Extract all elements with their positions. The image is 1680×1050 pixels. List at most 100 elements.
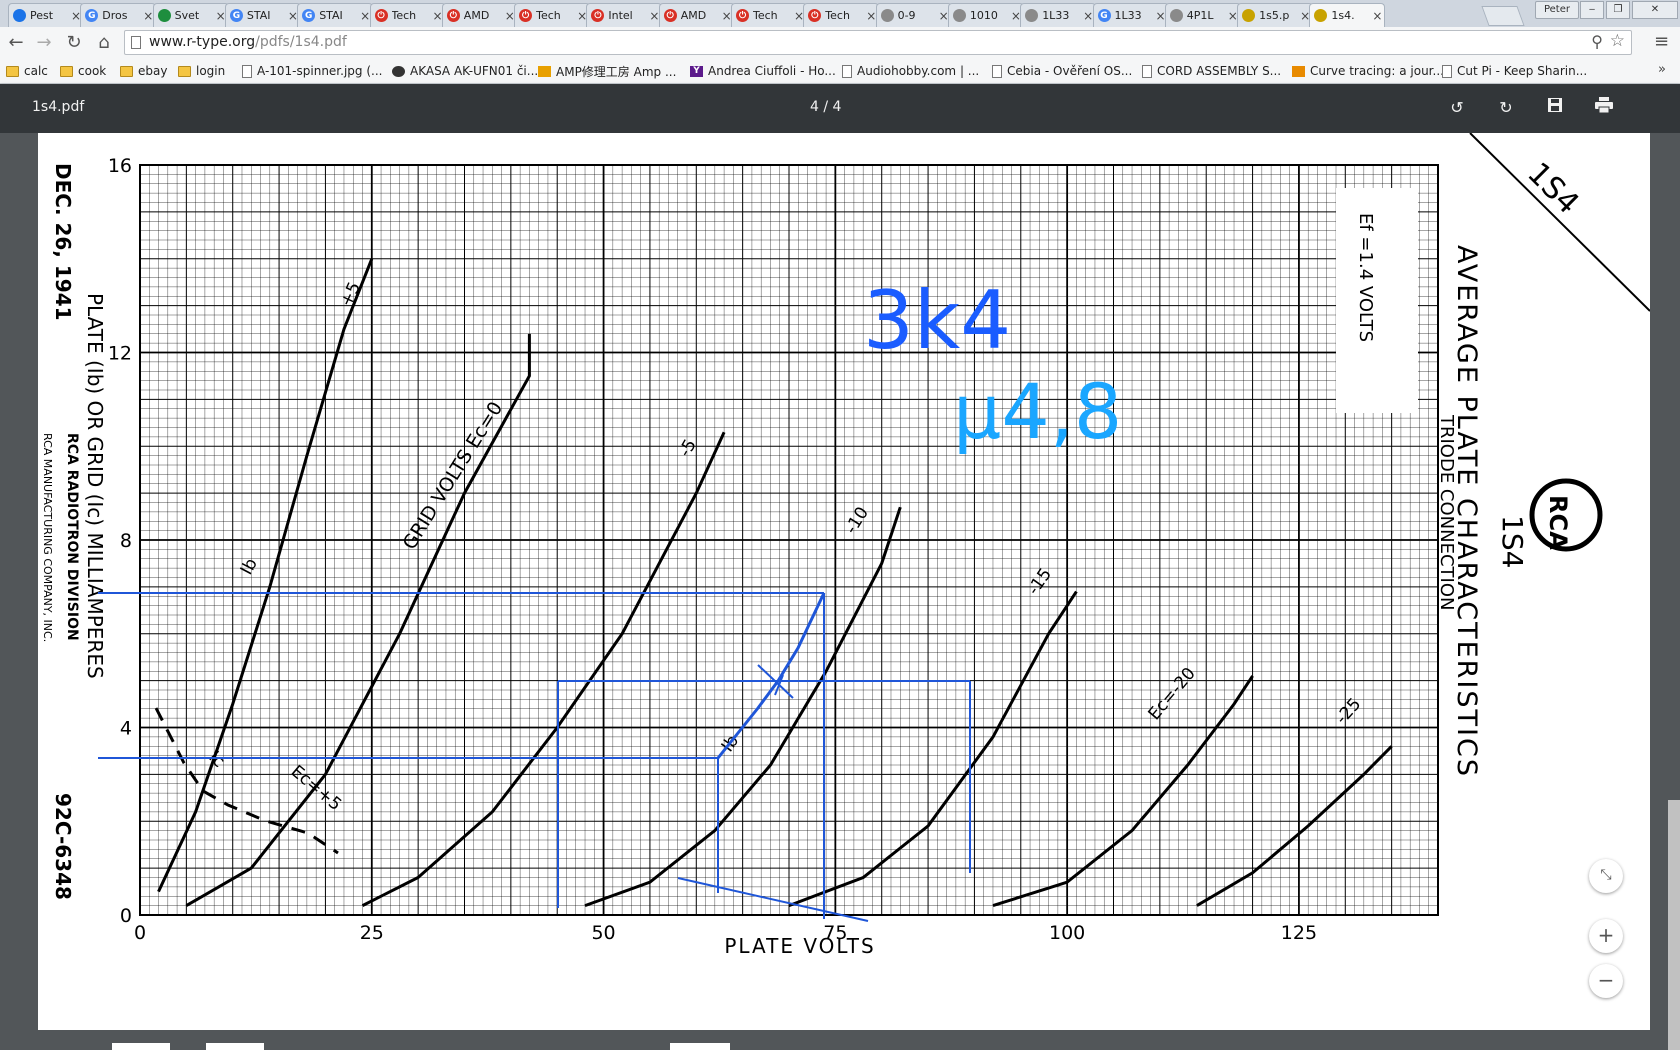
browser-tab[interactable]: ⏻ Tech × [514, 3, 591, 27]
next-page-thumbnail [112, 1043, 170, 1050]
browser-tab[interactable]: ⏻ Tech × [803, 3, 880, 27]
owl-icon [1242, 9, 1256, 22]
folder-icon [60, 65, 73, 77]
zoom-in-button[interactable]: + [1589, 919, 1623, 953]
browser-tab[interactable]: ⏻ AMD × [658, 3, 735, 27]
bookmark-item[interactable]: login [178, 62, 225, 80]
bookmark-item[interactable]: Curve tracing: a jour... [1292, 62, 1444, 80]
bookmark-label: CORD ASSEMBLY S... [1157, 64, 1282, 78]
maximize-button[interactable]: ❐ [1606, 1, 1630, 19]
bookmark-item[interactable]: calc [6, 62, 48, 80]
browser-tab[interactable]: Svet × [152, 3, 229, 27]
bookmark-label: cook [78, 64, 107, 78]
browser-tab[interactable]: G STAI × [224, 3, 301, 27]
bookmark-item[interactable]: ebay [120, 62, 167, 80]
tab-title: 4P1L [1186, 9, 1214, 22]
tab-title: STAI [246, 9, 271, 22]
fit-page-button[interactable]: ⤡ [1589, 859, 1623, 893]
x-tick-label: 125 [1281, 922, 1317, 944]
browser-tab[interactable]: 0-9 × [875, 3, 952, 27]
url-text: www.r-type.org/pdfs/1s4.pdf [149, 34, 347, 50]
sheet-icon [157, 9, 171, 22]
bookmark-item[interactable]: Y Andrea Ciuffoli - Ho... [690, 62, 836, 80]
next-page-thumbnail [206, 1043, 264, 1050]
save-icon[interactable] [1543, 96, 1567, 120]
page-icon [1142, 64, 1152, 78]
rca-logo-text: RCA [1544, 495, 1572, 550]
close-tab-icon[interactable]: × [1370, 9, 1384, 23]
bookmark-item[interactable]: Audiohobby.com | ... [842, 62, 979, 80]
rotate-clockwise-icon[interactable]: ↻ [1494, 96, 1518, 120]
print-icon[interactable] [1592, 96, 1616, 120]
tab-title: 0-9 [897, 9, 916, 22]
power-icon: ⏻ [736, 9, 749, 22]
menu-icon[interactable]: ≡ [1654, 31, 1669, 52]
zoom-icon[interactable]: ⚲ [1591, 32, 1603, 51]
minimize-button[interactable]: ‒ [1580, 1, 1604, 19]
bookmark-star-icon[interactable]: ☆ [1610, 31, 1625, 51]
browser-tab[interactable]: 4P1L × [1164, 3, 1241, 27]
chart-subtitle: TRIODE CONNECTION [1436, 414, 1457, 610]
browser-tab[interactable]: ⏻ Tech × [731, 3, 807, 27]
google-icon: G [1097, 9, 1111, 22]
tab-title: 1L33 [1114, 9, 1142, 22]
browser-tab[interactable]: ⏻ Intel × [586, 3, 663, 27]
home-icon[interactable]: ⌂ [92, 31, 116, 55]
y-icon: Y [690, 65, 703, 77]
browser-tab[interactable]: 1010 × [947, 3, 1024, 27]
bookmark-item[interactable]: cook [60, 62, 106, 80]
x-tick-label: 25 [360, 922, 384, 944]
zoom-out-button[interactable]: − [1589, 964, 1623, 998]
y-tick-label: 16 [108, 155, 132, 177]
rotate-counterclockwise-icon[interactable]: ↺ [1445, 96, 1469, 120]
tab-title: 1010 [969, 9, 998, 22]
scrollbar[interactable] [1668, 800, 1680, 1050]
tab-title: Pest [30, 9, 54, 22]
forward-icon[interactable]: → [32, 31, 56, 55]
browser-tab[interactable]: G STAI × [297, 3, 374, 27]
y-tick-label: 4 [120, 718, 132, 740]
close-window-button[interactable]: ✕ [1632, 1, 1678, 19]
bookmark-item[interactable]: A-101-spinner.jpg (... [242, 62, 382, 80]
tab-title: Tech [536, 9, 561, 22]
browser-tab[interactable]: 1s5.p × [1237, 3, 1314, 27]
amp-icon [538, 65, 551, 77]
browser-tab[interactable]: 1s4. × [1309, 3, 1386, 27]
browser-tab[interactable]: ⏻ Tech × [369, 3, 446, 27]
bookmark-item[interactable]: Cut Pi - Keep Sharin... [1442, 62, 1587, 80]
gear-icon [952, 9, 966, 22]
bookmark-item[interactable]: Cebia - Ověření OS... [992, 62, 1132, 80]
bookmark-item[interactable]: CORD ASSEMBLY S... [1142, 62, 1281, 80]
google-icon: G [229, 9, 243, 22]
reload-icon[interactable]: ↻ [62, 31, 86, 55]
bookmark-item[interactable]: AKASA AK-UFN01 či... [392, 62, 538, 80]
page-indicator[interactable]: 4 / 4 [810, 99, 841, 115]
address-bar[interactable]: www.r-type.org/pdfs/1s4.pdf ⚲ ☆ [124, 30, 1632, 55]
google-icon: G [302, 9, 316, 22]
profile-button[interactable]: Peter [1535, 1, 1579, 19]
tab-title: STAI [319, 9, 343, 22]
x-tick-label: 100 [1049, 922, 1085, 944]
filament-voltage-label: Ef =1.4 VOLTS [1355, 213, 1376, 342]
owl-icon [1314, 9, 1328, 22]
bookmark-label: ebay [138, 64, 168, 78]
browser-tab[interactable]: G 1L33 × [1092, 3, 1169, 27]
back-icon[interactable]: ← [4, 31, 28, 55]
gear-icon [1169, 9, 1183, 22]
browser-tab[interactable]: G Dros × [80, 3, 157, 27]
browser-tab[interactable]: 1L33 × [1020, 3, 1097, 27]
power-icon: ⏻ [374, 9, 388, 22]
browser-tab[interactable]: ⏻ AMD × [441, 3, 518, 27]
folder-icon [120, 65, 133, 77]
tab-title: Tech [753, 9, 778, 22]
bookmark-item[interactable]: AMP修理工房 Amp ... [538, 62, 676, 80]
new-tab-button[interactable] [1481, 6, 1525, 26]
pdf-title: 1s4.pdf [32, 99, 85, 115]
tube-characteristics-sheet: 0 25 50 75 100 1250481216 DEC. 26, 1941PLATE … [41, 133, 1650, 958]
bookmarks-overflow-button[interactable]: » [1658, 62, 1666, 77]
browser-tab[interactable]: Pest × [8, 3, 84, 27]
bookmark-label: Curve tracing: a jour... [1310, 64, 1444, 78]
bookmark-label: Audiohobby.com | ... [857, 64, 980, 78]
corner-diagonal [1469, 133, 1650, 312]
annotation-mu: μ4,8 [953, 367, 1122, 456]
